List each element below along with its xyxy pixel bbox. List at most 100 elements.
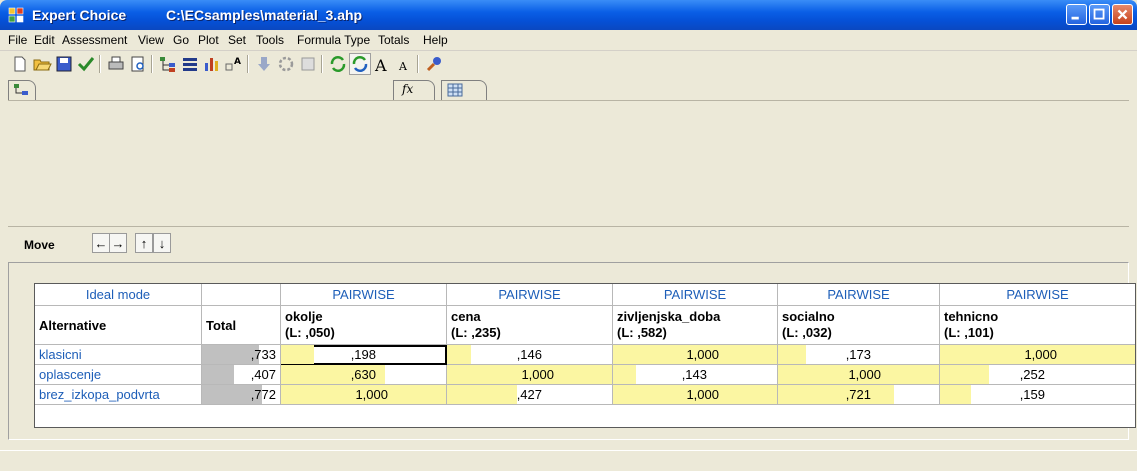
list-icon[interactable] — [180, 54, 200, 74]
minimize-button[interactable] — [1066, 4, 1087, 25]
priority-value: 1,000 — [355, 387, 388, 402]
font-larger-icon[interactable]: A — [372, 54, 392, 74]
arrow-down-icon[interactable] — [254, 54, 274, 74]
toolbar-separator — [247, 55, 249, 73]
priority-bar — [613, 365, 637, 384]
sync-pressed-icon[interactable] — [349, 53, 371, 75]
move-down-button[interactable]: ↓ — [153, 233, 171, 253]
alternative-header: Alternative — [35, 306, 202, 345]
menu-go[interactable]: Go — [173, 33, 189, 47]
menu-bar: File Edit Assessment View Go Plot Set To… — [0, 30, 1137, 51]
tab-tree-view[interactable] — [8, 80, 36, 100]
priority-cell[interactable]: ,252 — [940, 365, 1135, 385]
move-right-button[interactable]: → — [109, 233, 127, 253]
priority-cell[interactable]: 1,000 — [447, 365, 613, 385]
priority-cell[interactable]: ,630 — [281, 365, 447, 385]
total-cell[interactable]: ,407 — [202, 365, 281, 385]
priority-cell[interactable]: ,173 — [778, 345, 940, 365]
svg-text:A: A — [234, 57, 241, 67]
tab-formula[interactable]: fx — [393, 80, 435, 100]
menu-tools[interactable]: Tools — [256, 33, 284, 47]
alternative-header-label: Alternative — [39, 318, 107, 333]
priority-value: ,146 — [516, 347, 542, 362]
menu-set[interactable]: Set — [228, 33, 246, 47]
save-icon[interactable] — [54, 54, 74, 74]
priority-cell[interactable]: 1,000 — [778, 365, 940, 385]
criterion-header[interactable]: socialno (L: ,032) — [778, 306, 940, 345]
status-bar — [0, 450, 1137, 471]
priority-cell[interactable]: 1,000 — [940, 345, 1135, 365]
toolbar-separator — [417, 55, 419, 73]
gear-icon[interactable] — [276, 54, 296, 74]
new-icon[interactable] — [10, 54, 30, 74]
priority-value: 1,000 — [686, 347, 719, 362]
menu-totals[interactable]: Totals — [378, 33, 409, 47]
priority-value: ,252 — [1019, 367, 1045, 382]
tree-icon[interactable] — [158, 54, 178, 74]
print-icon[interactable] — [106, 54, 126, 74]
menu-file[interactable]: File — [8, 33, 27, 47]
ideal-mode-cell[interactable]: Ideal mode — [35, 284, 202, 306]
criterion-local-priority: (L: ,032) — [782, 325, 832, 340]
calculator-icon[interactable] — [298, 54, 318, 74]
priority-cell[interactable]: ,159 — [940, 385, 1135, 405]
priority-bar — [447, 345, 472, 364]
priority-value: 1,000 — [848, 367, 881, 382]
criterion-header[interactable]: zivljenjska_doba (L: ,582) — [613, 306, 778, 345]
close-button[interactable] — [1112, 4, 1133, 25]
total-bar — [202, 365, 234, 384]
menu-edit[interactable]: Edit — [34, 33, 55, 47]
print-preview-icon[interactable] — [128, 54, 148, 74]
priority-cell[interactable]: ,427 — [447, 385, 613, 405]
move-left-button[interactable]: ← — [92, 233, 110, 253]
criterion-header[interactable]: cena (L: ,235) — [447, 306, 613, 345]
alternative-name[interactable]: brez_izkopa_podvrta — [35, 385, 202, 405]
priority-value: 1,000 — [1024, 347, 1057, 362]
priority-cell[interactable]: ,721 — [778, 385, 940, 405]
criterion-header[interactable]: okolje (L: ,050) — [281, 306, 447, 345]
sync-icon[interactable] — [328, 54, 348, 74]
menu-plot[interactable]: Plot — [198, 33, 219, 47]
priority-bar — [940, 365, 990, 384]
expert-choice-app-icon — [8, 7, 24, 23]
title-bar: Expert Choice C:\ECsamples\material_3.ah… — [0, 0, 1137, 30]
method-header: PAIRWISE — [613, 284, 778, 306]
tab-grid[interactable] — [441, 80, 487, 100]
menu-help[interactable]: Help — [423, 33, 448, 47]
total-value: ,772 — [250, 387, 276, 402]
view-tab-strip: fx — [0, 78, 1137, 100]
toolbar: A A A — [0, 51, 1137, 78]
total-header: Total — [202, 306, 281, 345]
bar-chart-icon[interactable] — [202, 54, 222, 74]
font-size-icon[interactable]: A — [224, 54, 244, 74]
criterion-header[interactable]: tehnicno (L: ,101) — [940, 306, 1135, 345]
formula-icon: fx — [402, 82, 414, 96]
check-icon[interactable] — [76, 54, 96, 74]
criterion-local-priority: (L: ,101) — [944, 325, 994, 340]
menu-formula-type[interactable]: Formula Type — [297, 33, 370, 47]
tool-icon[interactable] — [424, 54, 444, 74]
criterion-local-priority: (L: ,235) — [451, 325, 501, 340]
menu-assessment[interactable]: Assessment — [62, 33, 127, 47]
alternative-name[interactable]: klasicni — [35, 345, 202, 365]
open-icon[interactable] — [32, 54, 52, 74]
total-header-label: Total — [206, 318, 237, 333]
toolbar-separator — [321, 55, 323, 73]
priority-cell[interactable]: ,143 — [613, 365, 778, 385]
priority-cell[interactable]: ,146 — [447, 345, 613, 365]
move-up-button[interactable]: ↑ — [135, 233, 153, 253]
priority-cell[interactable]: ,198 — [281, 345, 447, 365]
alternative-name[interactable]: oplascenje — [35, 365, 202, 385]
priority-cell[interactable]: 1,000 — [281, 385, 447, 405]
maximize-icon — [1093, 8, 1105, 20]
menu-view[interactable]: View — [138, 33, 164, 47]
maximize-button[interactable] — [1089, 4, 1110, 25]
priority-cell[interactable]: 1,000 — [613, 345, 778, 365]
font-smaller-icon[interactable]: A — [394, 54, 414, 74]
priority-value: ,721 — [845, 387, 871, 402]
priority-value: 1,000 — [686, 387, 719, 402]
total-cell[interactable]: ,733 — [202, 345, 281, 365]
total-cell[interactable]: ,772 — [202, 385, 281, 405]
priority-bar — [778, 345, 806, 364]
priority-cell[interactable]: 1,000 — [613, 385, 778, 405]
